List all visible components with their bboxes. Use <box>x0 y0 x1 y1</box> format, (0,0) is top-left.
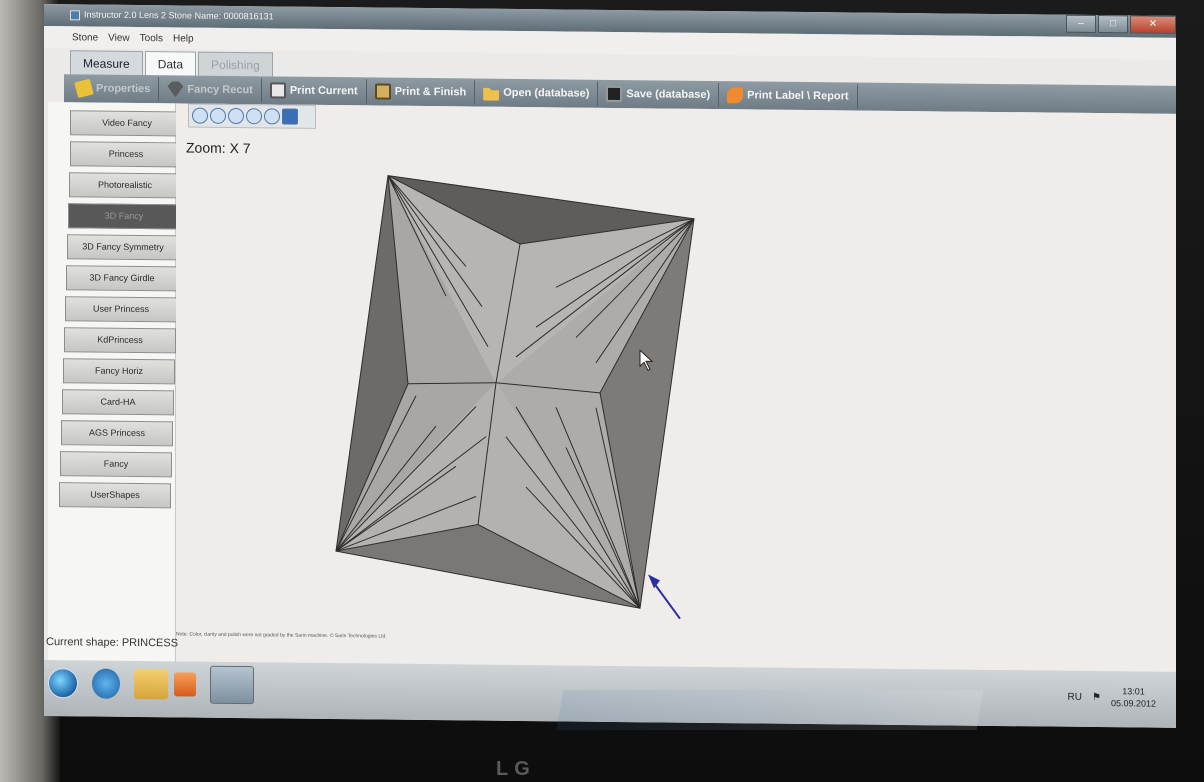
properties-button[interactable]: Properties <box>72 76 160 102</box>
open-database-button[interactable]: Open (database) <box>479 80 599 106</box>
monitor-brand-logo: LG <box>496 758 536 780</box>
screen: Instructor 2.0 Lens 2 Stone Name: 000081… <box>44 4 1176 728</box>
diamond-icon <box>167 81 183 97</box>
menu-stone[interactable]: Stone <box>72 32 98 43</box>
tab-measure[interactable]: Measure <box>70 50 143 76</box>
internet-explorer-icon[interactable] <box>92 668 120 699</box>
print-current-button[interactable]: Print Current <box>265 78 367 104</box>
shape-3d-fancy-symmetry[interactable]: 3D Fancy Symmetry <box>67 234 179 261</box>
minimize-icon[interactable]: – <box>1066 14 1096 34</box>
fancy-recut-label: Fancy Recut <box>187 83 253 97</box>
clock[interactable]: 13:01 05.09.2012 <box>1111 685 1156 709</box>
window-controls: – □ ✕ <box>1064 14 1176 34</box>
tab-polishing: Polishing <box>198 51 273 77</box>
shape-ags-princess[interactable]: AGS Princess <box>61 420 173 447</box>
window-title: Instructor 2.0 Lens 2 Stone Name: 000081… <box>84 9 274 22</box>
shape-3d-fancy[interactable]: 3D Fancy <box>68 203 180 230</box>
print-label-report-button[interactable]: Print Label \ Report <box>723 83 858 109</box>
tab-strip: Measure Data Polishing <box>70 50 275 77</box>
system-tray: RU ⚑ 13:01 05.09.2012 <box>1068 685 1156 710</box>
shape-fancy[interactable]: Fancy <box>60 451 172 478</box>
shape-3d-fancy-girdle[interactable]: 3D Fancy Girdle <box>66 265 178 292</box>
shape-photorealistic[interactable]: Photorealistic <box>69 172 181 199</box>
folder-icon[interactable] <box>134 668 168 700</box>
shape-kdprincess[interactable]: KdPrincess <box>64 327 176 354</box>
stone-view-canvas[interactable]: Zoom: X 7 Note: Color, clarity and polis… <box>176 103 1176 674</box>
shape-card-ha[interactable]: Card-HA <box>62 389 174 416</box>
menu-help[interactable]: Help <box>173 33 194 44</box>
open-database-label: Open (database) <box>503 86 590 100</box>
tab-data[interactable]: Data <box>144 51 197 76</box>
save-database-label: Save (database) <box>626 88 711 101</box>
flag-icon[interactable]: ⚑ <box>1092 691 1101 702</box>
print-label-report-label: Print Label \ Report <box>747 89 849 103</box>
start-button-icon[interactable] <box>48 668 78 699</box>
fancy-recut-button[interactable]: Fancy Recut <box>163 77 262 103</box>
properties-icon <box>74 78 94 99</box>
properties-label: Properties <box>96 82 151 96</box>
direction-arrow <box>648 574 681 620</box>
printer-icon <box>269 82 286 99</box>
current-shape-status: Current shape: PRINCESS <box>46 636 179 650</box>
print-finish-icon <box>374 83 391 100</box>
menu-tools[interactable]: Tools <box>140 33 163 44</box>
language-indicator[interactable]: RU <box>1068 691 1082 702</box>
shape-usershapes[interactable]: UserShapes <box>59 482 171 509</box>
maximize-icon[interactable]: □ <box>1098 15 1128 34</box>
clock-date: 05.09.2012 <box>1110 698 1156 709</box>
clock-time: 13:01 <box>1122 686 1145 697</box>
shape-princess[interactable]: Princess <box>70 141 182 168</box>
shape-list-panel: Video Fancy Princess Photorealistic 3D F… <box>48 102 184 664</box>
floppy-disk-icon <box>606 85 623 103</box>
media-player-icon[interactable] <box>174 672 196 697</box>
close-icon[interactable]: ✕ <box>1130 15 1176 34</box>
print-finish-button[interactable]: Print & Finish <box>370 79 476 105</box>
screen-reflection <box>556 690 984 730</box>
save-database-button[interactable]: Save (database) <box>602 81 720 108</box>
menu-view[interactable]: View <box>108 32 130 43</box>
app-icon <box>70 10 80 21</box>
print-current-label: Print Current <box>289 84 358 98</box>
folder-open-icon <box>483 85 499 101</box>
gem-3d-model <box>335 175 695 620</box>
print-finish-label: Print & Finish <box>394 85 467 99</box>
label-icon <box>727 87 744 104</box>
shape-video-fancy[interactable]: Video Fancy <box>70 110 184 137</box>
instructor-app-icon[interactable] <box>210 665 254 705</box>
shape-user-princess[interactable]: User Princess <box>65 296 177 323</box>
shape-fancy-horiz[interactable]: Fancy Horiz <box>63 358 175 385</box>
